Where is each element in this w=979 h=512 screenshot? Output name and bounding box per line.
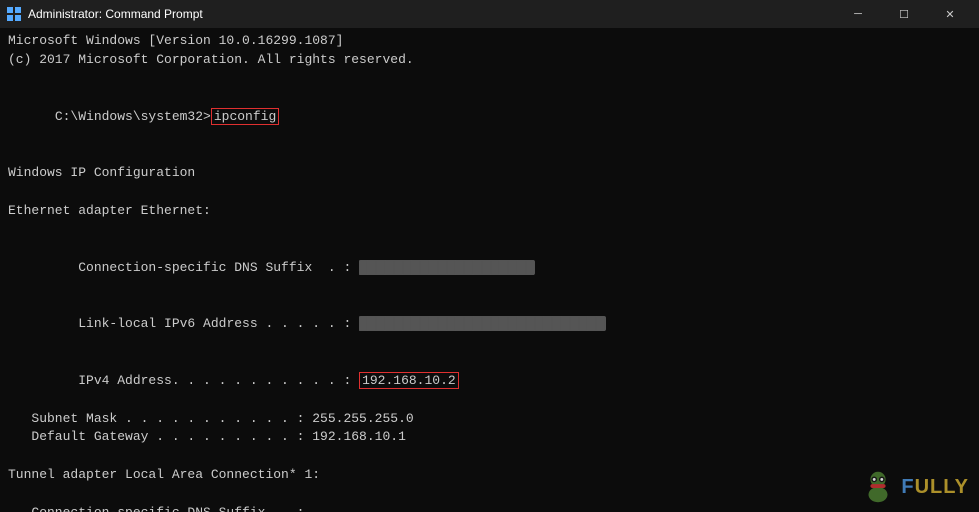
output-line-1: Microsoft Windows [Version 10.0.16299.10… bbox=[8, 32, 971, 51]
empty-line-5 bbox=[8, 447, 971, 466]
ipv4-label: IPv4 Address. . . . . . . . . . . : bbox=[55, 373, 359, 388]
minimize-button[interactable]: ─ bbox=[835, 0, 881, 28]
output-line-2: (c) 2017 Microsoft Corporation. All righ… bbox=[8, 51, 971, 70]
dns-suffix-label: Connection-specific DNS Suffix . : bbox=[55, 260, 359, 275]
gateway-line: Default Gateway . . . . . . . . . : 192.… bbox=[8, 428, 971, 447]
tunnel-dns-line: Connection-specific DNS Suffix . : bbox=[8, 504, 971, 512]
empty-line-3 bbox=[8, 183, 971, 202]
ethernet-adapter-header: Ethernet adapter Ethernet: bbox=[8, 202, 971, 221]
watermark-logo bbox=[859, 468, 897, 506]
dns-suffix-line: Connection-specific DNS Suffix . : █████… bbox=[8, 240, 971, 297]
ipv6-link-value: ████████████████████████████ bbox=[359, 316, 605, 331]
dns-suffix-value: ████████████████████ bbox=[359, 260, 535, 275]
title-bar: Administrator: Command Prompt ─ ☐ ✕ bbox=[0, 0, 979, 28]
close-button[interactable]: ✕ bbox=[927, 0, 973, 28]
empty-line-6 bbox=[8, 485, 971, 504]
ipv4-value: 192.168.10.2 bbox=[359, 372, 459, 389]
window: Administrator: Command Prompt ─ ☐ ✕ Micr… bbox=[0, 0, 979, 512]
watermark: FULLY bbox=[859, 468, 969, 506]
prompt: C:\Windows\system32> bbox=[55, 109, 211, 124]
ipconfig-command: ipconfig bbox=[211, 108, 279, 125]
title-bar-buttons: ─ ☐ ✕ bbox=[835, 0, 973, 28]
ipv6-link-local-line: Link-local IPv6 Address . . . . . : ████… bbox=[8, 296, 971, 353]
empty-line-1 bbox=[8, 70, 971, 89]
empty-line-2 bbox=[8, 145, 971, 164]
output-line-3: Windows IP Configuration bbox=[8, 164, 971, 183]
ipv6-link-label: Link-local IPv6 Address . . . . . : bbox=[55, 316, 359, 331]
command-line: C:\Windows\system32>ipconfig bbox=[8, 89, 971, 146]
terminal-content: Microsoft Windows [Version 10.0.16299.10… bbox=[0, 28, 979, 512]
title-text: Administrator: Command Prompt bbox=[28, 7, 835, 21]
ipv4-line: IPv4 Address. . . . . . . . . . . : 192.… bbox=[8, 353, 971, 410]
tunnel-adapter-header: Tunnel adapter Local Area Connection* 1: bbox=[8, 466, 971, 485]
subnet-line: Subnet Mask . . . . . . . . . . . : 255.… bbox=[8, 410, 971, 429]
empty-line-4 bbox=[8, 221, 971, 240]
maximize-button[interactable]: ☐ bbox=[881, 0, 927, 28]
window-icon bbox=[6, 6, 22, 22]
watermark-label: FULLY bbox=[901, 476, 969, 499]
